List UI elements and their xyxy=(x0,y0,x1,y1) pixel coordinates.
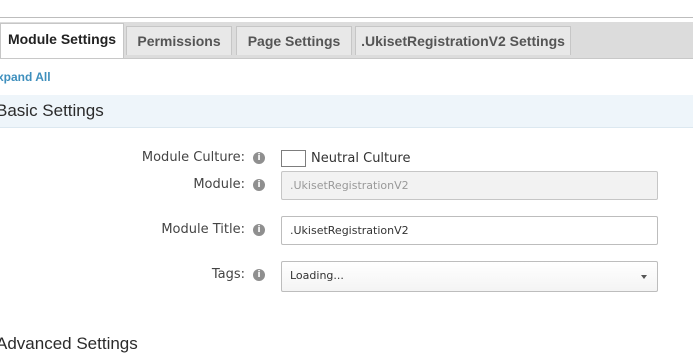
tags-select[interactable]: Loading... xyxy=(281,261,658,292)
tab-module-custom-settings[interactable]: .UkisetRegistrationV2 Settings xyxy=(355,26,571,55)
module-culture-label: Module Culture: xyxy=(141,150,245,165)
tab-page-settings[interactable]: Page Settings xyxy=(236,26,352,55)
module-title-input[interactable]: .UkisetRegistrationV2 xyxy=(281,216,658,245)
module-label: Module: xyxy=(193,177,245,192)
tags-label: Tags: xyxy=(211,267,245,282)
tab-bar: Module Settings Permissions Page Setting… xyxy=(0,22,693,59)
info-icon[interactable]: i xyxy=(253,224,265,236)
top-divider xyxy=(0,17,693,18)
module-field: .UkisetRegistrationV2 xyxy=(281,171,658,200)
neutral-culture-checkbox[interactable] xyxy=(281,150,306,167)
basic-settings-header[interactable]: Basic Settings xyxy=(0,95,693,128)
tags-value: Loading... xyxy=(290,269,344,282)
section-title: Basic Settings xyxy=(0,101,104,120)
info-icon[interactable]: i xyxy=(253,152,265,164)
tab-permissions[interactable]: Permissions xyxy=(126,26,232,55)
info-icon[interactable]: i xyxy=(253,269,265,281)
info-icon[interactable]: i xyxy=(253,179,265,191)
neutral-culture-label[interactable]: Neutral Culture xyxy=(311,151,410,166)
module-title-label: Module Title: xyxy=(161,222,245,237)
expand-all-link[interactable]: xpand All xyxy=(0,70,51,84)
advanced-settings-header[interactable]: Advanced Settings xyxy=(0,334,138,354)
chevron-down-icon[interactable] xyxy=(641,275,647,279)
tab-module-settings[interactable]: Module Settings xyxy=(0,23,124,58)
